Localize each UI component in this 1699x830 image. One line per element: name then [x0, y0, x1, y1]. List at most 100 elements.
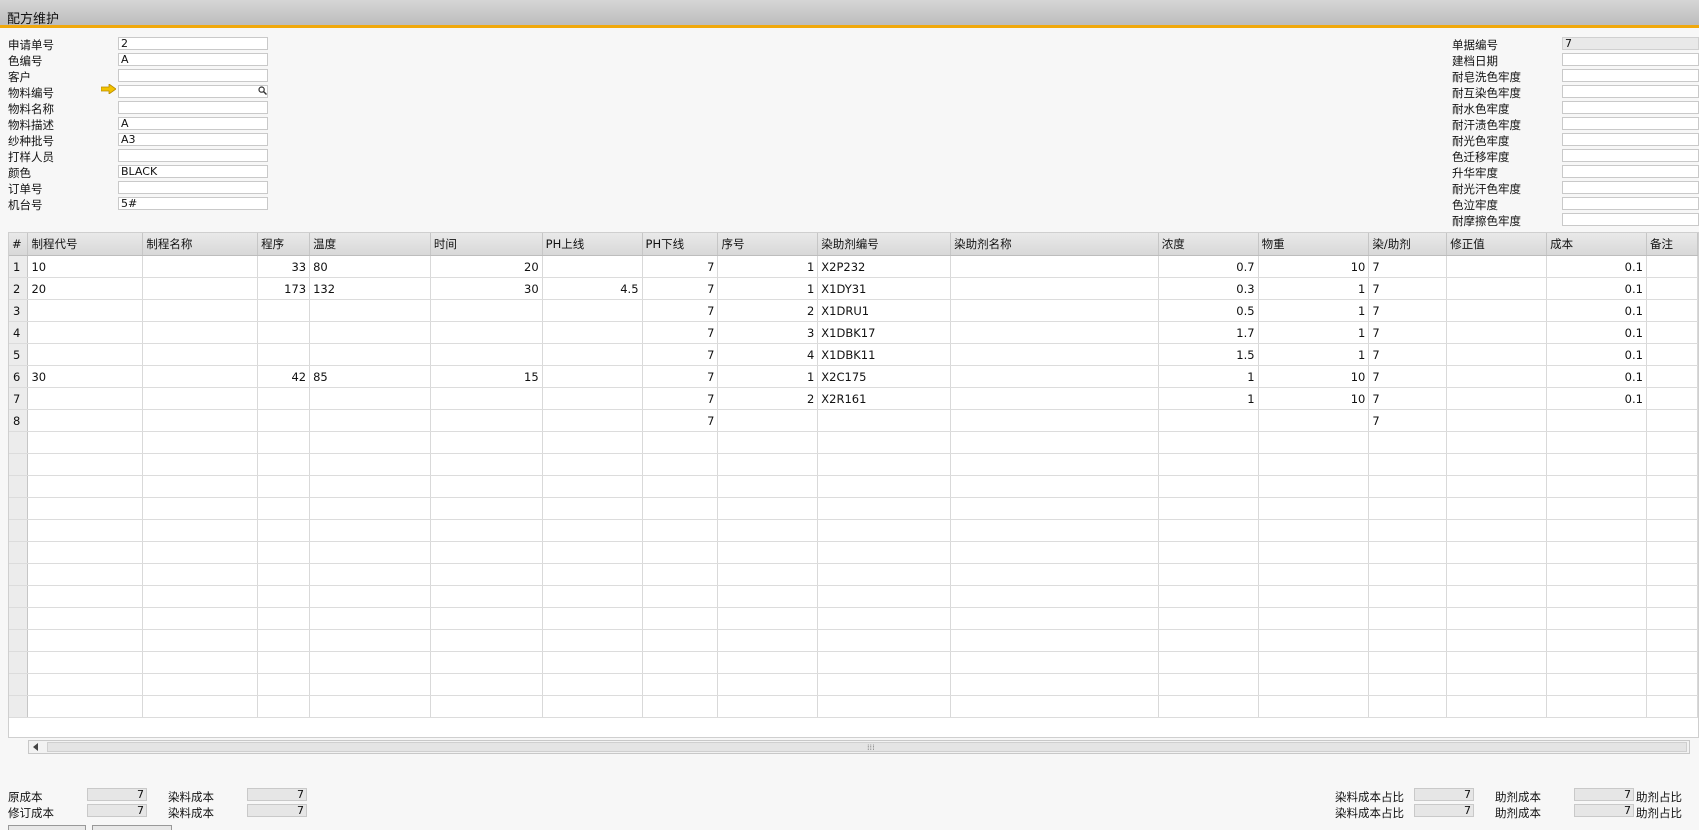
table-cell[interactable]: [717, 585, 819, 608]
table-cell[interactable]: [27, 629, 144, 652]
table-cell[interactable]: [717, 651, 819, 674]
table-cell[interactable]: [142, 365, 259, 388]
table-cell[interactable]: [142, 497, 259, 520]
table-cell[interactable]: 0.1: [1546, 277, 1647, 300]
table-cell[interactable]: [1646, 607, 1698, 630]
table-cell[interactable]: 2: [717, 387, 819, 410]
table-cell[interactable]: [1546, 409, 1647, 432]
table-cell[interactable]: [27, 497, 144, 520]
table-cell[interactable]: 10: [1258, 255, 1370, 278]
table-cell[interactable]: [950, 629, 1159, 652]
table-row[interactable]: [9, 453, 1698, 476]
table-cell[interactable]: 1: [1258, 343, 1370, 366]
formula-grid[interactable]: # 制程代号 制程名称 程序 温度 时间 PH上线 PH下线 序号 染助剂编号 染助剂名称 浓度 物重染…: [8, 232, 1699, 738]
scroll-left-icon[interactable]: [33, 743, 38, 751]
table-cell[interactable]: [1368, 651, 1448, 674]
table-cell[interactable]: [430, 541, 543, 564]
table-cell[interactable]: 132: [309, 277, 431, 300]
table-cell[interactable]: [309, 673, 431, 696]
table-cell[interactable]: [642, 629, 719, 652]
table-cell[interactable]: [257, 321, 311, 344]
table-cell[interactable]: 1: [1258, 299, 1370, 322]
table-cell[interactable]: [1258, 607, 1370, 630]
color-no-field[interactable]: A: [118, 53, 268, 66]
table-cell[interactable]: [1258, 431, 1370, 454]
table-cell[interactable]: [542, 475, 643, 498]
table-cell[interactable]: 0.5: [1158, 299, 1259, 322]
table-cell[interactable]: [1546, 585, 1647, 608]
table-cell[interactable]: [950, 497, 1159, 520]
table-cell[interactable]: [1546, 497, 1647, 520]
table-cell[interactable]: [1446, 475, 1548, 498]
table-cell[interactable]: [309, 585, 431, 608]
table-cell[interactable]: [1646, 343, 1698, 366]
table-cell[interactable]: [950, 453, 1159, 476]
column-header[interactable]: 制程代号: [27, 233, 144, 256]
table-cell[interactable]: [309, 497, 431, 520]
table-cell[interactable]: 0.1: [1546, 255, 1647, 278]
table-cell[interactable]: [542, 343, 643, 366]
aux-cost-field-1[interactable]: 7: [1574, 788, 1634, 801]
table-cell[interactable]: 0.1: [1546, 321, 1647, 344]
table-cell[interactable]: [142, 343, 259, 366]
table-cell[interactable]: [1368, 497, 1448, 520]
table-row[interactable]: 1 10 33 80 20 7 1 X2P232 0.7 10 7 0.1: [9, 255, 1698, 278]
table-row[interactable]: [9, 629, 1698, 652]
table-cell[interactable]: 1: [717, 277, 819, 300]
table-cell[interactable]: [817, 673, 952, 696]
table-cell[interactable]: [257, 519, 311, 542]
table-row[interactable]: [9, 695, 1698, 718]
table-cell[interactable]: [27, 475, 144, 498]
horizontal-scrollbar[interactable]: ⁞⁞⁞: [28, 740, 1690, 754]
column-header[interactable]: PH下线: [642, 233, 719, 256]
table-cell[interactable]: [309, 299, 431, 322]
table-cell[interactable]: [817, 409, 952, 432]
table-cell[interactable]: [642, 563, 719, 586]
table-cell[interactable]: [950, 541, 1159, 564]
rev-cost-field[interactable]: 7: [87, 804, 147, 817]
table-cell[interactable]: [817, 695, 952, 718]
table-cell[interactable]: [817, 651, 952, 674]
table-cell[interactable]: X2P232: [817, 255, 952, 278]
table-row[interactable]: [9, 519, 1698, 542]
table-cell[interactable]: [1546, 541, 1647, 564]
table-cell[interactable]: [1158, 585, 1259, 608]
table-cell[interactable]: [1646, 695, 1698, 718]
table-cell[interactable]: [27, 453, 144, 476]
table-cell[interactable]: [1158, 519, 1259, 542]
table-cell[interactable]: 30: [430, 277, 543, 300]
table-cell[interactable]: [1546, 519, 1647, 542]
table-cell[interactable]: [817, 475, 952, 498]
table-cell[interactable]: [1368, 607, 1448, 630]
table-cell[interactable]: [309, 629, 431, 652]
table-cell[interactable]: [1158, 409, 1259, 432]
table-cell[interactable]: [257, 387, 311, 410]
table-cell[interactable]: [430, 585, 543, 608]
table-cell[interactable]: 3: [717, 321, 819, 344]
table-cell[interactable]: [27, 409, 144, 432]
table-cell[interactable]: [1446, 695, 1548, 718]
table-cell[interactable]: [309, 475, 431, 498]
rub-fastness-field[interactable]: [1562, 213, 1699, 226]
table-cell[interactable]: 0.3: [1158, 277, 1259, 300]
table-cell[interactable]: [1258, 651, 1370, 674]
table-cell[interactable]: [309, 519, 431, 542]
table-cell[interactable]: [142, 541, 259, 564]
light-sweat-fastness-field[interactable]: [1562, 181, 1699, 194]
table-cell[interactable]: [257, 431, 311, 454]
table-cell[interactable]: [142, 453, 259, 476]
table-cell[interactable]: [717, 475, 819, 498]
table-cell[interactable]: [950, 431, 1159, 454]
table-cell[interactable]: [430, 299, 543, 322]
table-cell[interactable]: [1258, 453, 1370, 476]
table-row[interactable]: [9, 673, 1698, 696]
table-cell[interactable]: [1258, 695, 1370, 718]
color-field[interactable]: BLACK: [118, 165, 268, 178]
table-cell[interactable]: [142, 299, 259, 322]
table-row[interactable]: 3 7 2 X1DRU1 0.5 1 7 0.1: [9, 299, 1698, 322]
table-cell[interactable]: [1446, 277, 1548, 300]
table-cell[interactable]: [1546, 563, 1647, 586]
table-cell[interactable]: [1258, 563, 1370, 586]
table-cell[interactable]: [642, 607, 719, 630]
table-cell[interactable]: [1258, 475, 1370, 498]
